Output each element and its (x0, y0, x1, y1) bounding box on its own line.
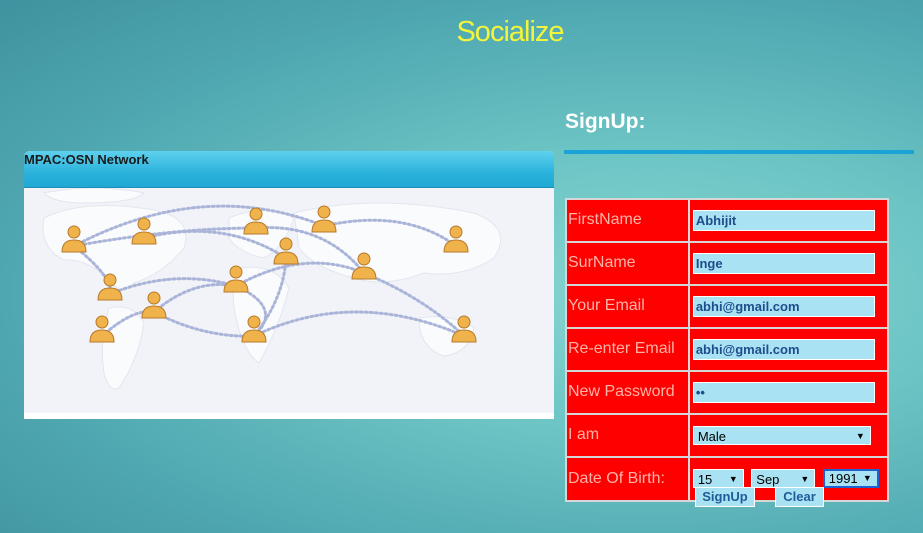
password-row: New Password (565, 369, 890, 415)
signup-button[interactable]: SignUp (695, 487, 755, 507)
surname-label: SurName (565, 240, 690, 286)
dob-month-select[interactable]: Sep ▼ (751, 469, 816, 489)
dob-year-value: 1991 (828, 471, 858, 487)
password-label: New Password (565, 369, 690, 415)
site-title: Socialize (456, 16, 564, 48)
email-input[interactable] (692, 295, 875, 317)
dob-month-value: Sep (756, 472, 780, 488)
signup-heading: SignUp: (565, 110, 646, 133)
network-map-image (24, 188, 554, 413)
gender-select[interactable]: Male ▼ (692, 425, 871, 445)
gender-label: I am (565, 412, 690, 458)
network-panel-title: MPAC:OSN Network (24, 152, 149, 167)
reemail-row: Re-enter Email (565, 326, 890, 372)
reemail-input[interactable] (692, 338, 875, 360)
dob-year-select[interactable]: 1991 ▼ (822, 469, 879, 489)
gender-select-value: Male (697, 428, 727, 444)
firstname-row: FirstName (565, 198, 890, 243)
surname-row: SurName (565, 240, 890, 286)
chevron-down-icon: ▼ (862, 473, 872, 484)
firstname-label: FirstName (565, 198, 690, 243)
dob-day-value: 15 (697, 472, 713, 488)
network-panel-header: MPAC:OSN Network (24, 151, 554, 188)
network-panel: MPAC:OSN Network (24, 151, 554, 419)
chevron-down-icon: ▼ (855, 430, 865, 441)
dob-day-select[interactable]: 15 ▼ (692, 469, 744, 489)
clear-button[interactable]: Clear (775, 487, 824, 507)
dob-label: Date Of Birth: (565, 455, 690, 503)
reemail-label: Re-enter Email (565, 326, 690, 372)
email-label: Your Email (565, 283, 690, 329)
surname-input[interactable] (692, 252, 875, 274)
firstname-input[interactable] (692, 209, 875, 231)
email-row: Your Email (565, 283, 890, 329)
signup-form: FirstName SurName Your Email Re-enter Em… (565, 198, 890, 503)
signup-divider (564, 150, 914, 154)
gender-row: I am Male ▼ (565, 412, 890, 458)
password-input[interactable] (692, 381, 875, 403)
